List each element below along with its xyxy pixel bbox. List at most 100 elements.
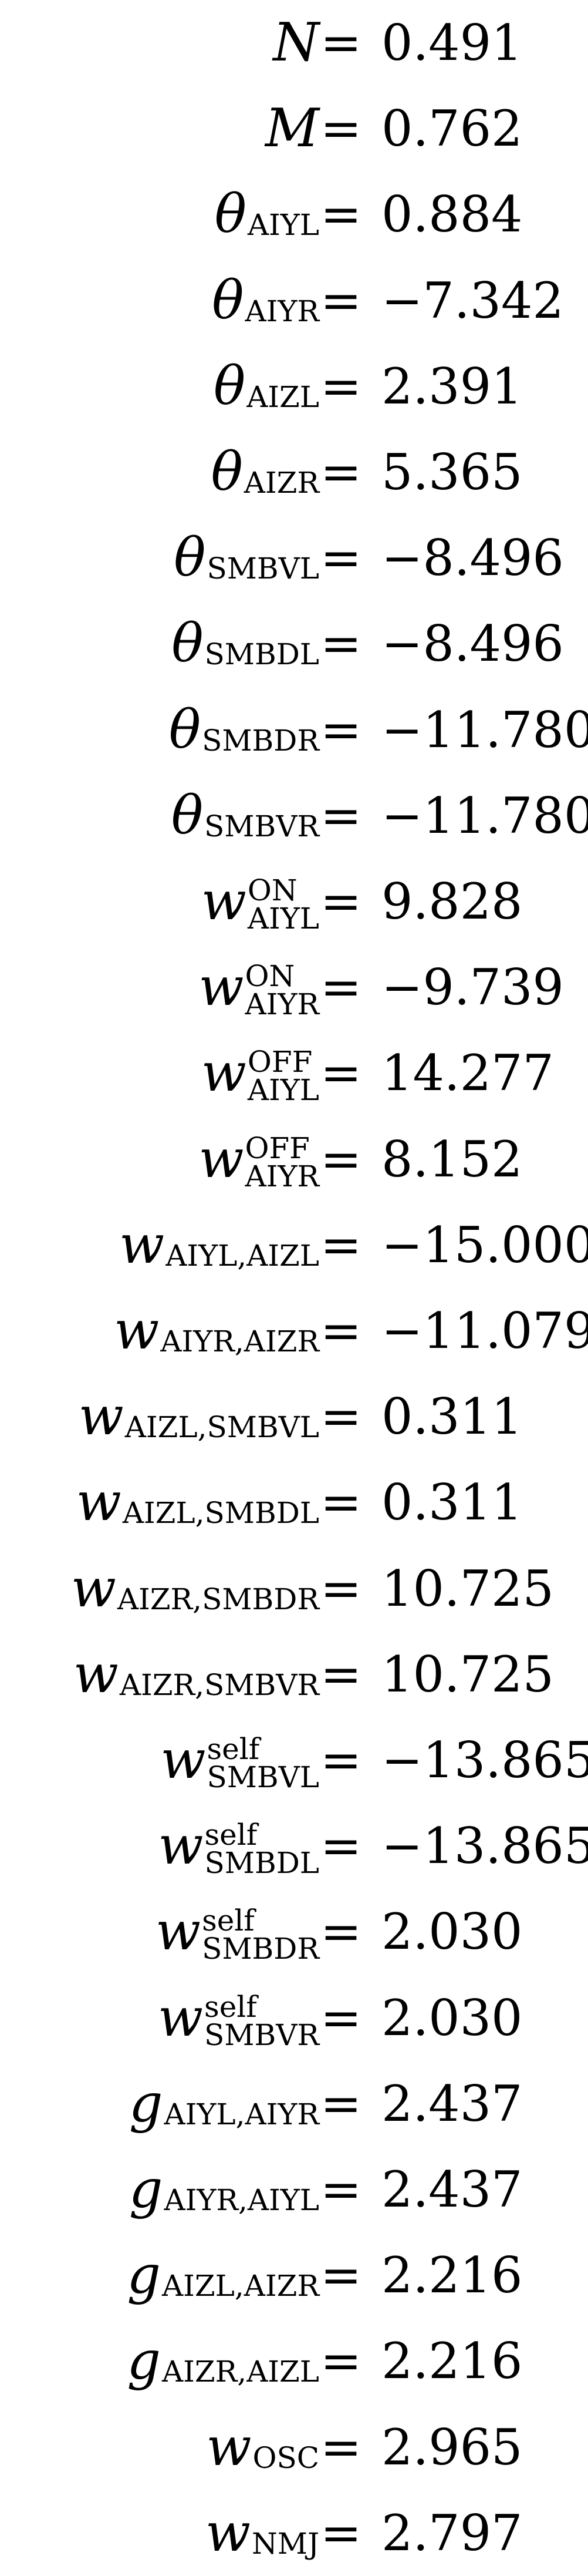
equation-lhs: w NMJ [205, 2490, 319, 2576]
equals-sign: = [320, 1388, 362, 1446]
equation-row: θ AIZL = 2.391 [0, 344, 588, 429]
equals-sign: = [320, 14, 362, 72]
parameter-indices: self SMBDL [204, 1817, 319, 1881]
parameter-indices: OSC [252, 2433, 319, 2473]
equals-sign: = [320, 1130, 362, 1188]
parameter-superscript: self [204, 1818, 258, 1852]
equals-sign: = [320, 873, 362, 930]
equation-row: M = 0.762 [0, 86, 588, 171]
equals-sign: = [320, 2332, 362, 2390]
parameter-subscript: SMBVR [204, 809, 319, 843]
equation-lhs: θ AIZL [214, 344, 319, 429]
parameter-value: 8.152 [381, 1130, 523, 1188]
parameter-value: 2.797 [381, 2504, 523, 2562]
parameter-value: 2.437 [381, 2161, 523, 2218]
equation-row: w OSC = 2.965 [0, 2405, 588, 2490]
parameter-value: 2.030 [381, 1903, 523, 1961]
parameter-indices: AIYR [245, 286, 319, 326]
equation-lhs: M [265, 86, 319, 171]
equation-row: θ AIYR = −7.342 [0, 258, 588, 344]
equation-lhs: w ON AIYL [201, 859, 319, 944]
parameter-value: −13.865 [381, 1817, 588, 1875]
parameter-subscript: AIYL,AIZL [165, 1238, 319, 1273]
parameter-indices: SMBDL [205, 629, 319, 669]
parameter-symbol: g [127, 2244, 161, 2306]
parameter-symbol: θ [168, 698, 201, 761]
parameter-symbol: θ [212, 269, 244, 331]
parameter-indices: AIZL,SMBDL [123, 1488, 319, 1528]
equation-lhs: θ SMBDL [171, 601, 319, 687]
equals-sign: = [320, 1731, 362, 1789]
parameter-indices: AIZR [244, 458, 319, 497]
parameter-subscript: SMBDL [204, 1846, 319, 1881]
parameter-value: −7.342 [381, 271, 564, 329]
parameter-subscript: SMBDR [202, 723, 319, 758]
parameter-value: −11.780 [381, 701, 588, 759]
parameter-subscript: SMBDL [204, 637, 319, 672]
equation-lhs: w self SMBDR [156, 1889, 319, 1975]
parameter-value: 2.965 [381, 2418, 523, 2476]
parameter-value: 2.391 [381, 357, 523, 415]
equation-row: θ SMBVL = −8.496 [0, 515, 588, 601]
equation-lhs: w self SMBVR [158, 1975, 319, 2061]
parameter-subscript: OSC [252, 2440, 319, 2475]
parameter-value: 0.311 [381, 1474, 523, 1532]
parameter-indices: AIZR,SMBDR [117, 1574, 319, 1614]
equation-row: w AIZL,SMBDL = 0.311 [0, 1459, 588, 1545]
parameter-symbol: θ [171, 784, 204, 846]
parameter-indices: SMBVR [204, 801, 319, 841]
parameter-value: 2.216 [381, 2247, 523, 2305]
equation-row: w ON AIYR = −9.739 [0, 944, 588, 1030]
parameter-value: −13.865 [381, 1731, 588, 1789]
equals-sign: = [320, 1559, 362, 1617]
equation-row: w AIZL,SMBVL = 0.311 [0, 1374, 588, 1459]
equals-sign: = [320, 1989, 362, 2047]
parameter-indices: AIYL,AIZL [165, 1230, 319, 1270]
equals-sign: = [320, 2247, 362, 2305]
parameter-indices: SMBVL [207, 543, 319, 583]
parameter-symbol: w [114, 1300, 160, 1361]
equation-row: w self SMBDL = −13.865 [0, 1803, 588, 1889]
parameter-value: 0.884 [381, 186, 523, 244]
equals-sign: = [320, 2418, 362, 2476]
equation-lhs: N [273, 0, 319, 86]
parameter-value: 0.491 [381, 14, 523, 72]
parameter-superscript: self [207, 1732, 260, 1766]
equation-lhs: g AIZL,AIZR [127, 2232, 319, 2318]
parameter-value: 2.030 [381, 1989, 523, 2047]
equals-sign: = [320, 1302, 362, 1360]
parameter-symbol: N [273, 12, 319, 73]
parameter-value: −8.496 [381, 615, 564, 673]
parameter-subscript: AIZL,SMBVL [124, 1410, 319, 1445]
parameter-subscript: AIZR,SMBVR [119, 1667, 319, 1702]
equals-sign: = [320, 2074, 362, 2133]
equation-row: θ SMBDR = −11.780 [0, 687, 588, 773]
parameter-indices: AIYR,AIZR [160, 1316, 319, 1356]
equation-lhs: w ON AIYR [198, 944, 319, 1030]
parameter-indices: ON AIYR [245, 958, 319, 1022]
equals-sign: = [320, 615, 362, 673]
parameter-subscript: AIZL,SMBDL [122, 1496, 319, 1531]
equation-row: θ AIZR = 5.365 [0, 429, 588, 515]
parameter-symbol: w [198, 1128, 244, 1190]
parameter-subscript: AIYL,AIYR [164, 2097, 319, 2131]
equation-lhs: w AIZL,SMBVL [79, 1374, 319, 1459]
equation-lhs: θ SMBDR [169, 687, 319, 773]
parameter-subscript: AIYR [245, 987, 319, 1022]
parameter-value: −9.739 [381, 959, 564, 1017]
parameter-symbol: g [129, 2158, 163, 2220]
equation-row: w AIZR,SMBDR = 10.725 [0, 1546, 588, 1632]
parameter-subscript: SMBVL [207, 551, 319, 586]
equation-lhs: w OSC [206, 2405, 319, 2490]
equation-row: w ON AIYL = 9.828 [0, 859, 588, 944]
equals-sign: = [320, 1044, 362, 1102]
parameter-value: 0.762 [381, 100, 523, 158]
equation-lhs: w self SMBDL [158, 1803, 319, 1889]
parameter-equation-list: N = 0.491 M = 0.762 θ AIYL = 0.884 θ AIYR = −7.342 θ AI… [0, 0, 588, 2576]
equation-row: w AIYR,AIZR = −11.079 [0, 1288, 588, 1374]
equals-sign: = [320, 443, 362, 501]
equation-lhs: θ AIZR [211, 429, 319, 515]
equals-sign: = [320, 1817, 362, 1875]
equation-lhs: w AIZR,SMBDR [71, 1546, 319, 1632]
parameter-symbol: w [70, 1557, 116, 1619]
